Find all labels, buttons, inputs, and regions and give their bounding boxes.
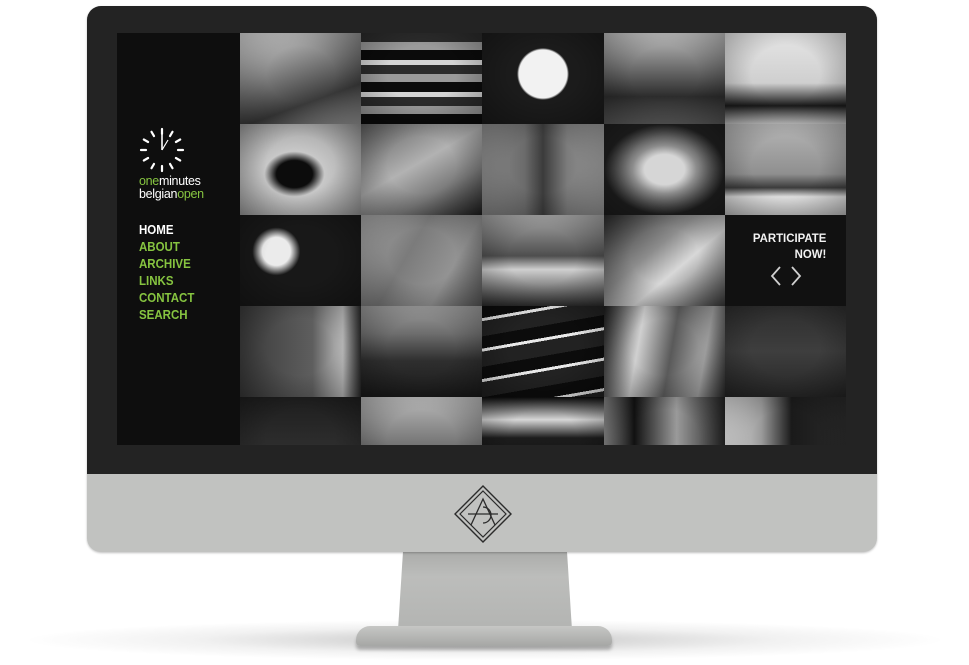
participate-line2: NOW!: [794, 247, 826, 261]
video-thumbnail[interactable]: [603, 306, 725, 397]
nav-archive[interactable]: ARCHIVE: [139, 256, 194, 273]
video-thumbnail[interactable]: [240, 215, 362, 306]
video-thumbnail[interactable]: [482, 397, 604, 445]
site-logo[interactable]: oneminutes belgianopen: [139, 175, 204, 201]
diamond-logo-icon: [454, 485, 512, 543]
video-thumbnail[interactable]: [603, 124, 725, 215]
video-thumbnail[interactable]: [724, 306, 846, 397]
site-sidebar: oneminutes belgianopen HOME ABOUT ARCHIV…: [117, 33, 240, 445]
video-thumbnail[interactable]: [361, 306, 483, 397]
nav-about[interactable]: ABOUT: [139, 239, 194, 256]
clock-icon: [139, 127, 185, 173]
video-thumbnail[interactable]: [361, 215, 483, 306]
video-thumbnail[interactable]: [724, 397, 846, 445]
video-thumbnail[interactable]: [361, 124, 483, 215]
video-thumbnail[interactable]: [240, 397, 362, 445]
video-thumbnail[interactable]: [482, 215, 604, 306]
brand-one: one: [139, 174, 159, 188]
monitor-stand-base: [356, 626, 612, 646]
video-thumbnail[interactable]: [724, 33, 846, 124]
monitor-stand: [398, 548, 572, 630]
monitor-bezel: oneminutes belgianopen HOME ABOUT ARCHIV…: [87, 6, 877, 474]
chevron-left-icon[interactable]: [769, 265, 783, 287]
website-screen: oneminutes belgianopen HOME ABOUT ARCHIV…: [117, 33, 846, 445]
brand-minutes: minutes: [158, 174, 201, 188]
video-thumbnail-grid: PARTICIPATE NOW!: [240, 33, 846, 445]
video-thumbnail[interactable]: [603, 397, 725, 445]
video-thumbnail[interactable]: [240, 306, 362, 397]
nav-search[interactable]: SEARCH: [139, 307, 194, 324]
nav-links[interactable]: LINKS: [139, 273, 194, 290]
video-thumbnail[interactable]: [240, 33, 362, 124]
video-thumbnail[interactable]: [240, 124, 362, 215]
chevron-right-icon[interactable]: [789, 265, 803, 287]
video-thumbnail[interactable]: [603, 33, 725, 124]
nav-contact[interactable]: CONTACT: [139, 290, 194, 307]
video-thumbnail[interactable]: [361, 33, 483, 124]
nav-home[interactable]: HOME: [139, 222, 194, 239]
main-nav: HOME ABOUT ARCHIVE LINKS CONTACT SEARCH: [139, 222, 199, 324]
video-thumbnail[interactable]: [603, 215, 725, 306]
brand-open: open: [177, 187, 204, 201]
video-thumbnail[interactable]: [724, 124, 846, 215]
video-thumbnail[interactable]: [482, 306, 604, 397]
participate-cta[interactable]: PARTICIPATE NOW!: [752, 230, 825, 262]
participate-panel: PARTICIPATE NOW!: [724, 215, 846, 306]
participate-line1: PARTICIPATE: [752, 231, 826, 245]
video-thumbnail[interactable]: [361, 397, 483, 445]
video-thumbnail[interactable]: [482, 124, 604, 215]
video-thumbnail[interactable]: [482, 33, 604, 124]
brand-belgian: belgian: [139, 187, 178, 201]
monitor: oneminutes belgianopen HOME ABOUT ARCHIV…: [87, 6, 877, 552]
